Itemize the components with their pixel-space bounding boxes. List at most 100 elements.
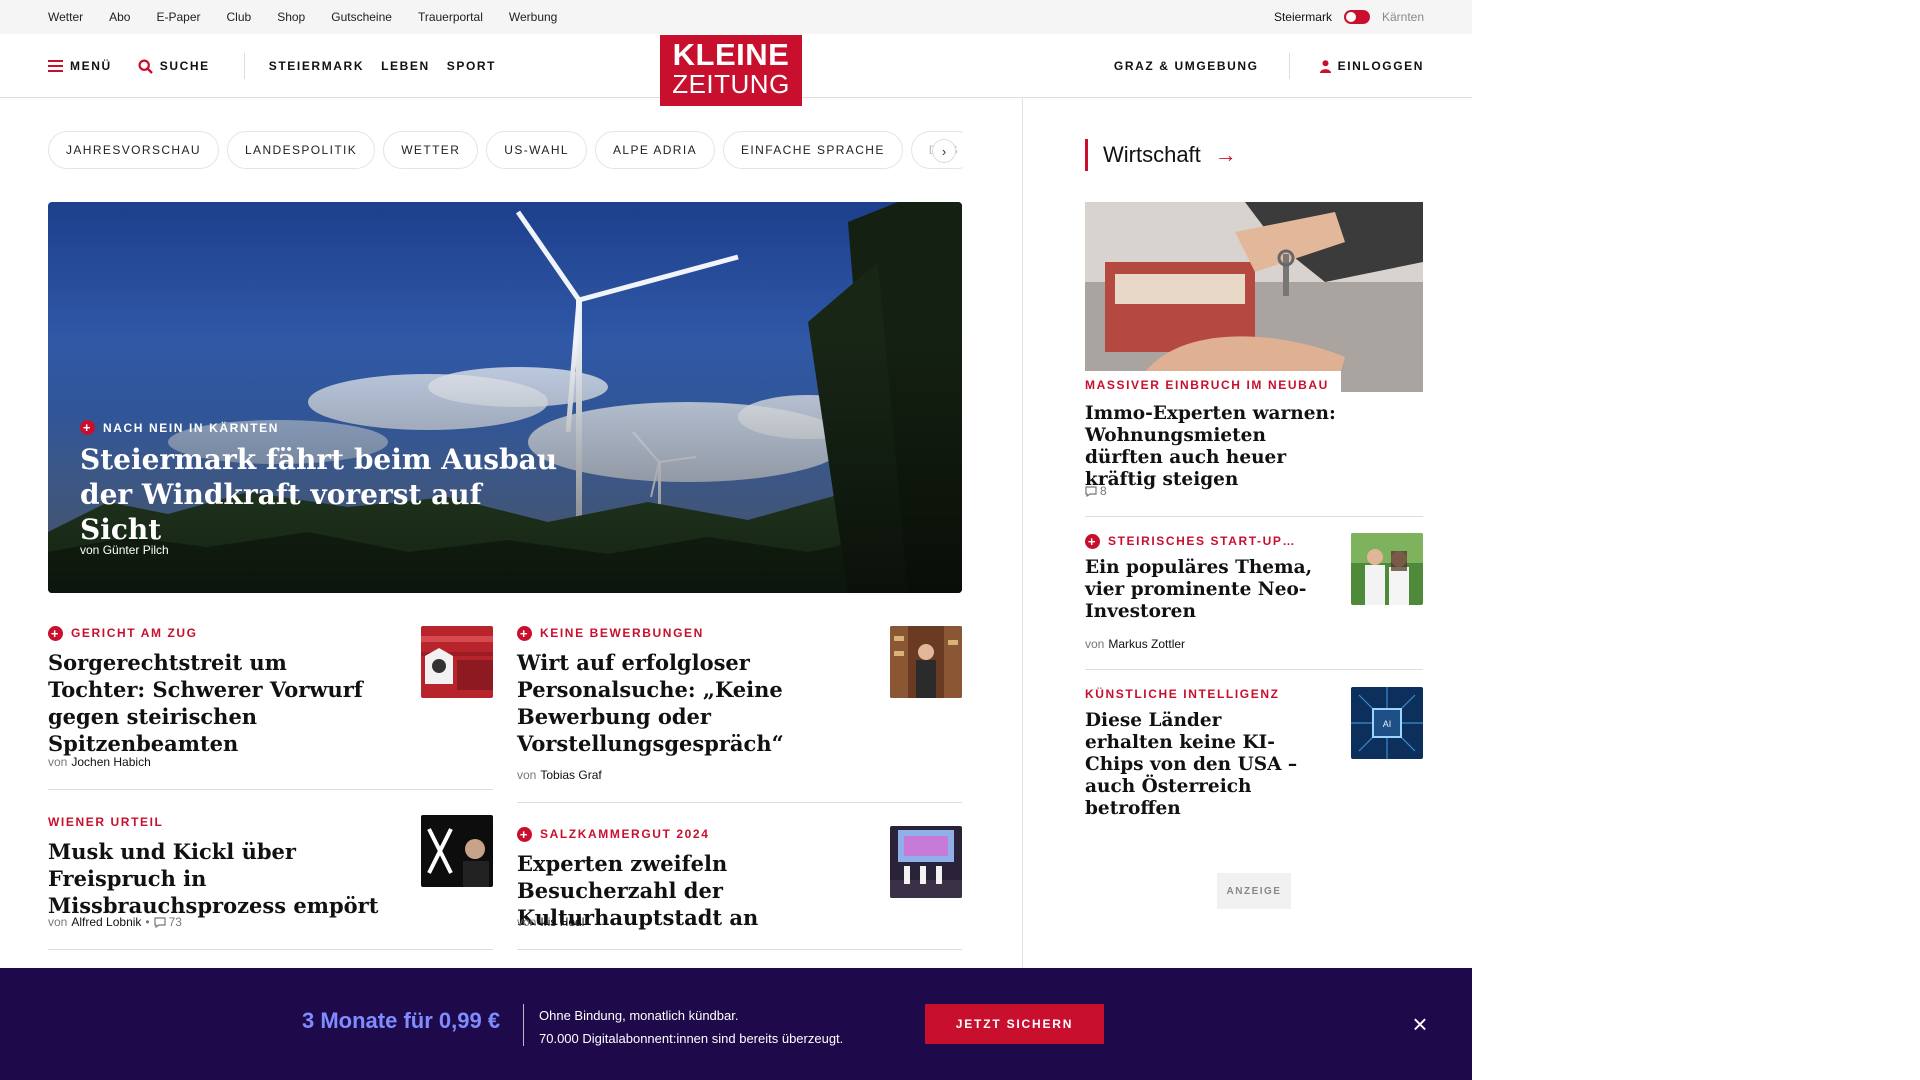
hero-author-name[interactable]: Günter Pilch: [103, 543, 169, 557]
article-2-author-prefix: von: [517, 768, 537, 782]
sidebar-article-3-title[interactable]: Diese Länder erhalten keine KI-Chips von…: [1085, 710, 1315, 820]
article-1-title[interactable]: Sorgerechtstreit um Tochter: Schwerer Vo…: [48, 649, 378, 757]
article-2-thumbnail[interactable]: [890, 626, 962, 698]
chip-landespolitik[interactable]: LANDESPOLITIK: [226, 131, 376, 169]
plus-premium-icon: +: [80, 420, 95, 435]
chip-alpe-adria[interactable]: ALPE ADRIA: [594, 131, 715, 169]
article-teaser-1[interactable]: + GERICHT AM ZUG Sorgerechtstreit um Toc…: [48, 625, 408, 757]
article-2-title[interactable]: Wirt auf erfolgloser Personalsuche: „Kei…: [517, 649, 837, 757]
sidebar-article-3[interactable]: KÜNSTLICHE INTELLIGENZ Diese Länder erha…: [1085, 686, 1325, 820]
stage-event-photo: [890, 826, 962, 898]
utility-links: Wetter Abo E-Paper Club Shop Gutscheine …: [48, 0, 557, 34]
utility-link-trauerportal[interactable]: Trauerportal: [418, 10, 483, 24]
article-3-title[interactable]: Musk und Kickl über Freispruch in Missbr…: [48, 838, 383, 919]
nav-sport[interactable]: SPORT: [447, 59, 496, 73]
sidebar-divider: [1085, 516, 1423, 517]
utility-link-club[interactable]: Club: [227, 10, 252, 24]
sidebar-article-2-author[interactable]: Markus Zottler: [1108, 637, 1185, 651]
sidebar-article-2-kicker-text: STEIRISCHES START-UP…: [1108, 534, 1297, 548]
plus-premium-icon: +: [48, 625, 63, 641]
article-4-meta: von Iris Hödl: [517, 915, 584, 929]
sidebar-article-1-kicker-box: MASSIVER EINBRUCH IM NEUBAU: [1085, 371, 1341, 392]
article-divider: [517, 802, 962, 803]
article-divider: [48, 789, 493, 790]
logo-line-1: KLEINE: [672, 37, 790, 72]
sidebar-article-1-image[interactable]: [1085, 202, 1423, 392]
hero-headline[interactable]: Steiermark fährt beim Ausbau der Windkra…: [80, 442, 560, 547]
chip-wetter[interactable]: WETTER: [383, 131, 479, 169]
sidebar-article-1-title[interactable]: Immo-Experten warnen: Wohnungsmieten dür…: [1085, 403, 1345, 491]
subscription-promo-bar: 3 Monate für 0,99 € Ohne Bindung, monatl…: [0, 968, 1472, 1080]
nav-graz-umgebung[interactable]: GRAZ & UMGEBUNG: [1114, 59, 1259, 73]
article-3-meta: von Alfred Lobnik • 73: [48, 915, 182, 929]
region-toggle[interactable]: [1343, 10, 1370, 24]
hero-kicker-text: NACH NEIN IN KÄRNTEN: [103, 420, 279, 435]
article-3-author[interactable]: Alfred Lobnik: [71, 915, 141, 929]
chip-einfache-sprache[interactable]: EINFACHE SPRACHE: [723, 131, 903, 169]
utility-link-shop[interactable]: Shop: [277, 10, 305, 24]
column-divider: [1022, 98, 1023, 968]
kleine-zeitung-logo[interactable]: KLEINE ZEITUNG: [660, 35, 802, 106]
sidebar-article-3-kicker: KÜNSTLICHE INTELLIGENZ: [1085, 686, 1325, 702]
header-divider: [243, 53, 245, 79]
article-teaser-3[interactable]: WIENER URTEIL Musk und Kickl über Freisp…: [48, 814, 408, 919]
utility-link-wetter[interactable]: Wetter: [48, 10, 83, 24]
sidebar-article-2-title[interactable]: Ein populäres Thema, vier prominente Neo…: [1085, 557, 1315, 623]
chip-jahresvorschau[interactable]: JAHRESVORSCHAU: [48, 131, 219, 169]
sidebar-article-1-comments[interactable]: 8: [1085, 484, 1107, 498]
user-icon: [1319, 59, 1331, 73]
utility-link-werbung[interactable]: Werbung: [509, 10, 557, 24]
sidebar-article-2-thumbnail[interactable]: [1351, 533, 1423, 605]
search-button[interactable]: SUCHE: [138, 58, 210, 74]
sidebar-article-2[interactable]: + STEIRISCHES START-UP… Ein populäres Th…: [1085, 533, 1325, 623]
article-3-author-prefix: von: [48, 915, 68, 929]
article-4-author[interactable]: Iris Hödl: [540, 915, 584, 929]
menu-button[interactable]: MENÜ: [48, 59, 112, 73]
article-4-author-prefix: von: [517, 915, 537, 929]
header-left: MENÜ SUCHE STEIERMARK LEBEN SPORT: [48, 34, 513, 98]
chips-next-button[interactable]: ›: [932, 139, 956, 163]
article-4-thumbnail[interactable]: [890, 826, 962, 898]
plus-premium-icon: +: [517, 826, 532, 842]
article-3-thumbnail[interactable]: [421, 815, 493, 887]
nav-leben[interactable]: LEBEN: [381, 59, 430, 73]
region-label-inactive[interactable]: Kärnten: [1382, 10, 1424, 24]
nav-steiermark[interactable]: STEIERMARK: [269, 59, 364, 73]
hero-author-prefix: von: [80, 543, 100, 557]
close-icon[interactable]: ×: [1408, 1011, 1432, 1037]
promo-cta-button[interactable]: JETZT SICHERN: [925, 1004, 1104, 1044]
sidebar-article-1-kicker: MASSIVER EINBRUCH IM NEUBAU: [1085, 378, 1329, 392]
region-label-active[interactable]: Steiermark: [1274, 10, 1332, 24]
header-divider-right: [1288, 53, 1290, 79]
header-right: GRAZ & UMGEBUNG EINLOGGEN: [1114, 34, 1424, 98]
ad-label: ANZEIGE: [1217, 873, 1291, 909]
article-1-author[interactable]: Jochen Habich: [71, 755, 150, 769]
sidebar-article-2-kicker: + STEIRISCHES START-UP…: [1085, 533, 1325, 549]
utility-link-epaper[interactable]: E-Paper: [156, 10, 200, 24]
article-2-kicker-text: KEINE BEWERBUNGEN: [540, 626, 704, 640]
sidebar-article-2-author-prefix: von: [1085, 637, 1105, 651]
arrow-right-icon: →: [1214, 142, 1237, 167]
utility-link-gutscheine[interactable]: Gutscheine: [331, 10, 392, 24]
plus-premium-icon: +: [517, 625, 532, 641]
section-header-wirtschaft[interactable]: Wirtschaft →: [1085, 139, 1237, 171]
article-3-kicker-text: WIENER URTEIL: [48, 815, 164, 829]
login-button[interactable]: EINLOGGEN: [1319, 59, 1424, 73]
sidebar-article-3-thumbnail[interactable]: AI: [1351, 687, 1423, 759]
utility-link-abo[interactable]: Abo: [109, 10, 130, 24]
hamburger-icon: [48, 60, 63, 72]
article-teaser-2[interactable]: + KEINE BEWERBUNGEN Wirt auf erfolgloser…: [517, 625, 877, 757]
sidebar-article-3-kicker-text: KÜNSTLICHE INTELLIGENZ: [1085, 687, 1280, 701]
menu-label: MENÜ: [70, 59, 112, 73]
hero-teaser[interactable]: + NACH NEIN IN KÄRNTEN Steiermark fährt …: [48, 202, 962, 593]
article-2-author[interactable]: Tobias Graf: [540, 768, 601, 782]
region-switch: Steiermark Kärnten: [1274, 0, 1424, 34]
plus-premium-icon: +: [1085, 533, 1100, 549]
utility-bar: Wetter Abo E-Paper Club Shop Gutscheine …: [0, 0, 1472, 34]
article-3-comments[interactable]: 73: [154, 915, 182, 929]
chip-us-wahl[interactable]: US-WAHL: [486, 131, 587, 169]
article-1-thumbnail[interactable]: [421, 626, 493, 698]
sidebar-article-1-comment-count: 8: [1100, 484, 1107, 498]
promo-text: Ohne Bindung, monatlich kündbar. 70.000 …: [539, 1004, 843, 1050]
article-1-kicker: + GERICHT AM ZUG: [48, 625, 408, 641]
